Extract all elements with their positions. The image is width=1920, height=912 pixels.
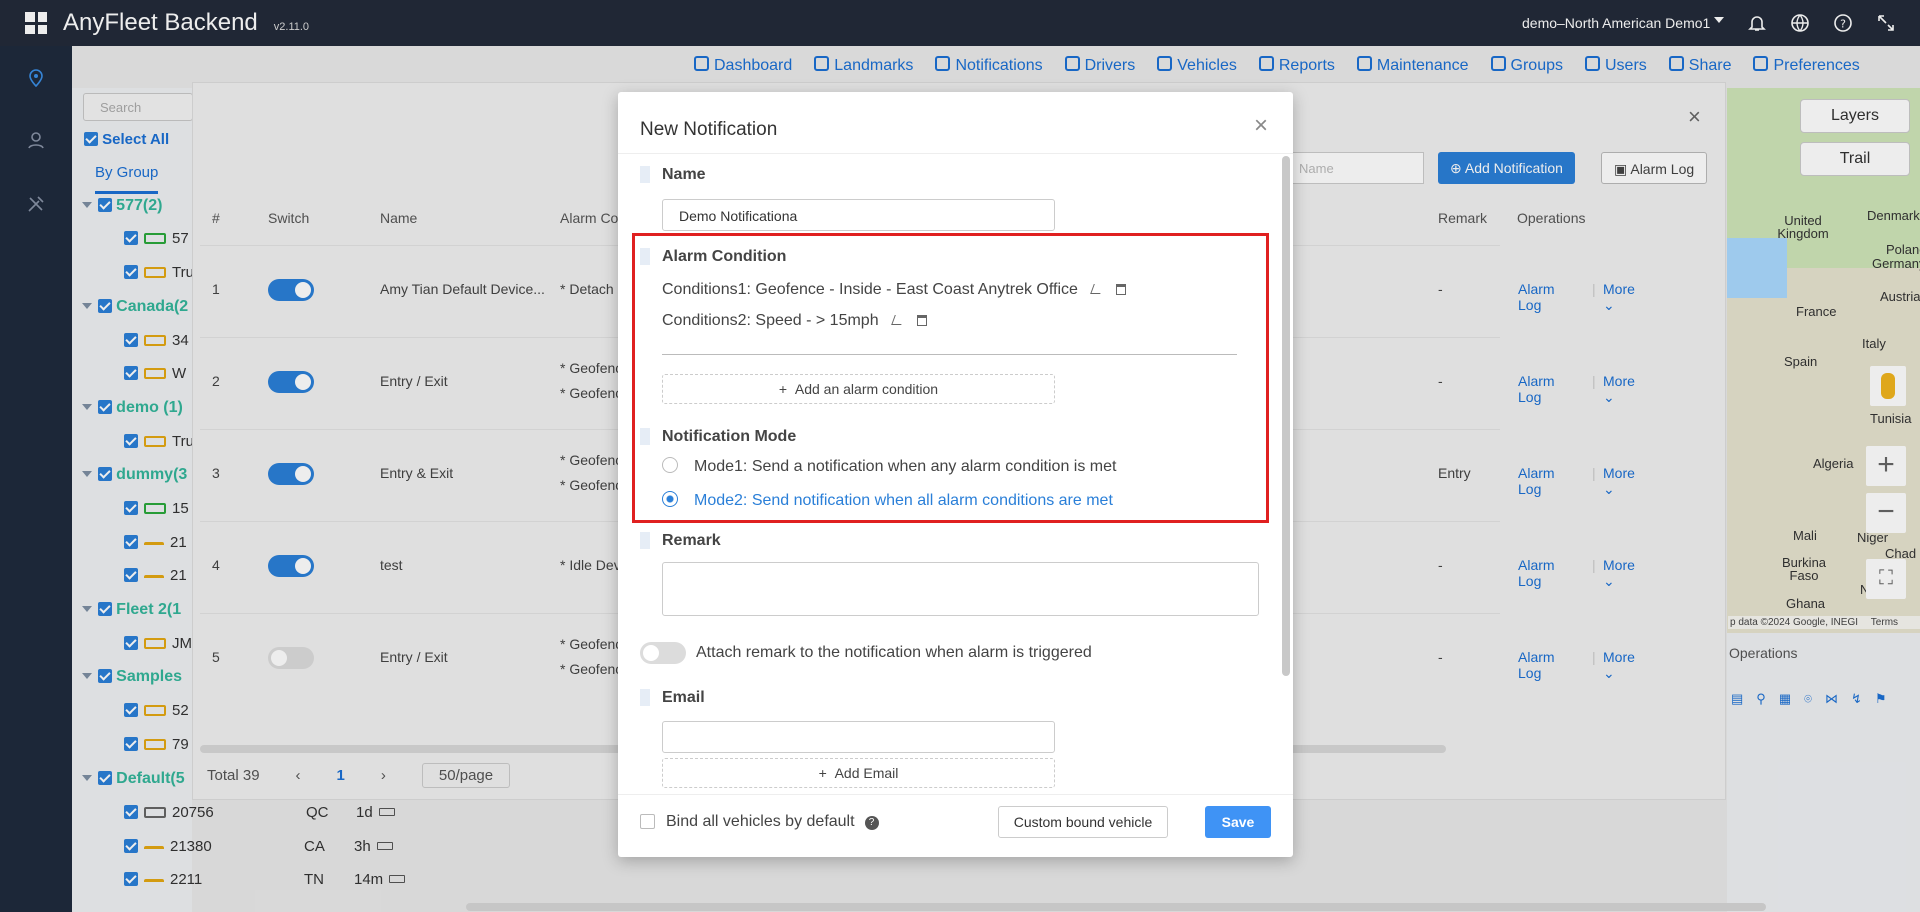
highlight-annotation [632,233,1269,523]
name-label: Name [640,166,706,183]
attach-remark-toggle[interactable] [640,642,686,664]
dialog-title: New Notification [640,119,778,140]
attach-remark-label: Attach remark to the notification when a… [696,644,1092,661]
add-email-label: Add Email [834,765,899,781]
custom-bound-vehicle-button[interactable]: Custom bound vehicle [998,806,1168,838]
close-icon[interactable]: × [1254,112,1268,140]
remark-label: Remark [640,532,721,549]
bind-all-checkbox[interactable] [640,814,655,829]
bind-all-label: Bind all vehicles by default? [666,813,879,831]
add-email-button[interactable]: + Add Email [662,758,1055,788]
save-button[interactable]: Save [1205,806,1271,838]
bind-all-text: Bind all vehicles by default [666,813,855,830]
dialog-footer: Bind all vehicles by default? Custom bou… [618,794,1293,857]
email-input[interactable] [662,721,1055,753]
remark-textarea[interactable] [662,562,1259,616]
email-label: Email [640,689,705,706]
name-input[interactable]: Demo Notificationa [662,199,1055,231]
dialog-scrollbar[interactable] [1282,156,1290,676]
help-icon[interactable]: ? [864,816,879,830]
